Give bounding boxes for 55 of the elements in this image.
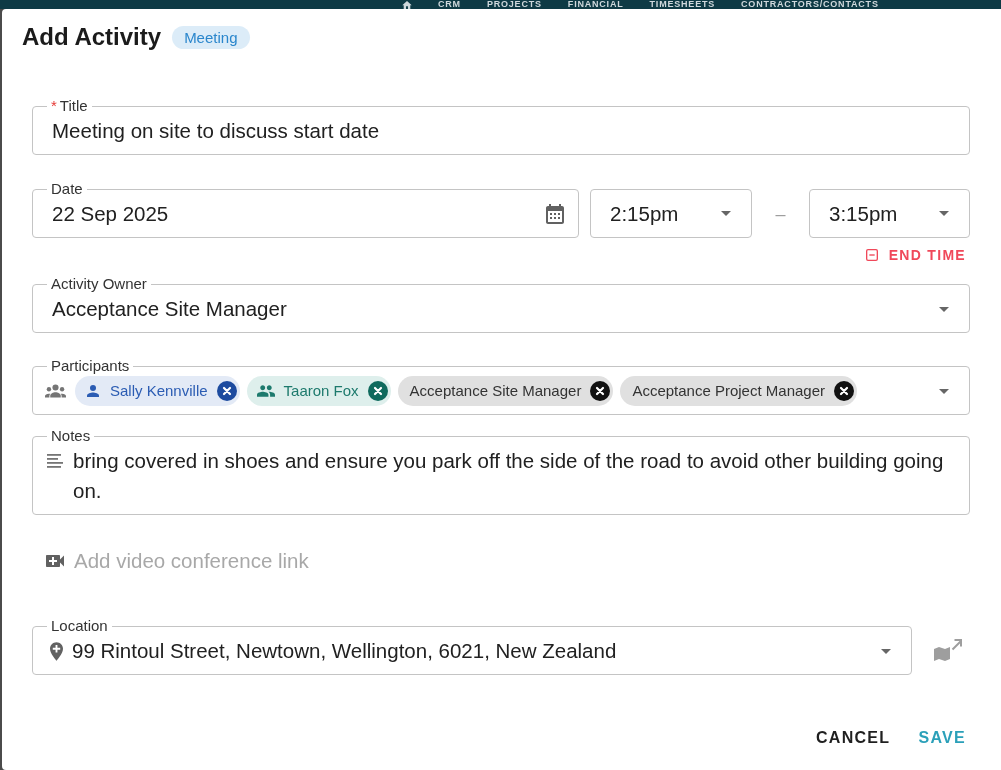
two-people-icon <box>256 385 275 397</box>
calendar-icon[interactable] <box>546 204 564 224</box>
title-field[interactable]: * Title Meeting on site to discuss start date <box>32 98 970 155</box>
notes-field[interactable]: Notes bring covered in shoes and ensure you park off the side of the road to avoid other building going on. <box>32 428 970 515</box>
nav-link[interactable]: TIMESHEETS <box>649 0 716 9</box>
field-value: Acceptance Site Manager <box>52 297 288 321</box>
caret-icon <box>939 211 949 216</box>
map-arrow-icon[interactable] <box>934 638 962 661</box>
nav-link[interactable]: PROJECTS <box>486 0 542 9</box>
participants-field[interactable]: Participants Sally Kennville Taaron Fox Acceptance Site Manager Acceptance Project Manager <box>32 358 970 415</box>
close-icon[interactable] <box>367 381 388 401</box>
field-label: Title <box>59 97 88 114</box>
close-icon[interactable] <box>834 381 854 401</box>
end-time-select[interactable]: 3:15pm <box>809 189 970 238</box>
date-field[interactable]: Date 22 Sep 2025 <box>32 181 579 238</box>
required-mark: * <box>51 97 57 114</box>
end-time-button[interactable]: END TIME <box>865 243 966 267</box>
caret-icon <box>939 306 949 312</box>
field-value: Meeting on site to discuss start date <box>52 119 381 143</box>
video-camera-plus-icon <box>46 555 64 567</box>
text-lines-icon <box>47 454 63 468</box>
participant-name: Acceptance Project Manager <box>632 382 825 400</box>
field-label: Notes <box>51 427 91 444</box>
activity-type-badge: Meeting <box>172 25 250 49</box>
field-value: 2:15pm <box>610 201 680 226</box>
field-label: Participants <box>51 357 130 374</box>
map-pin-plus-icon <box>50 641 63 661</box>
nav-link[interactable]: CONTRACTORS/CONTACTS <box>741 0 879 9</box>
field-label: Date <box>51 180 83 197</box>
cancel-button[interactable]: CANCEL <box>809 720 897 756</box>
nav-link[interactable]: CRM <box>438 0 461 9</box>
field-label: Activity Owner <box>51 275 147 292</box>
people-group-icon <box>45 384 66 398</box>
minus-box-icon <box>865 249 878 261</box>
participant-name: Acceptance Site Manager <box>409 382 582 400</box>
participant-name: Sally Kennville <box>110 382 208 400</box>
location-select[interactable]: Location 99 Rintoul Street, Newtown, Wellington, 6021, New Zealand <box>32 618 912 675</box>
field-value: 3:15pm <box>829 201 899 226</box>
participant-name: Taaron Fox <box>283 382 359 400</box>
field-value: bring covered in shoes and ensure you park off the side of the road to avoid other building going on. <box>73 448 945 504</box>
caret-icon <box>939 388 949 394</box>
field-value: 22 Sep 2025 <box>52 202 170 226</box>
time-separator: – <box>775 202 786 225</box>
home-icon[interactable] <box>402 0 412 9</box>
activity-owner-select[interactable]: Activity Owner Acceptance Site Manager <box>32 276 970 333</box>
close-icon[interactable] <box>216 381 237 401</box>
person-icon <box>87 385 99 397</box>
nav-link[interactable]: FINANCIAL <box>567 0 624 9</box>
field-label: Location <box>51 617 108 634</box>
caret-icon <box>721 211 731 216</box>
caret-icon <box>881 648 891 654</box>
close-icon[interactable] <box>590 381 611 401</box>
dialog-title: Add Activity <box>22 23 162 51</box>
start-time-select[interactable]: 2:15pm <box>590 189 752 238</box>
field-value: 99 Rintoul Street, Newtown, Wellington, 6021, New Zealand <box>72 639 618 663</box>
